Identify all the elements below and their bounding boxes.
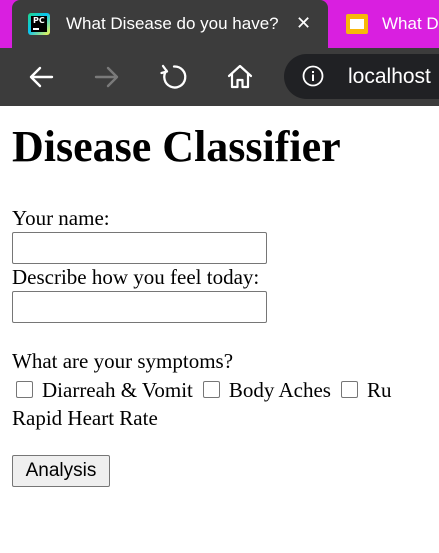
- analysis-button[interactable]: Analysis: [12, 455, 110, 487]
- pycharm-icon: PC: [28, 13, 50, 35]
- tab-inactive[interactable]: What D: [334, 0, 439, 48]
- page-content: Disease Classifier Your name: Describe h…: [0, 106, 439, 553]
- symptom-rapid-heart-rate[interactable]: Rapid Heart Rate: [12, 405, 158, 431]
- symptoms-label: What are your symptoms?: [12, 349, 234, 373]
- info-icon[interactable]: [302, 65, 324, 87]
- name-input[interactable]: [12, 232, 267, 264]
- symptom-label: Rapid Heart Rate: [12, 406, 158, 430]
- tab-title: What Disease do you have?: [66, 14, 279, 33]
- checkbox-body-aches[interactable]: [202, 381, 220, 398]
- feel-input[interactable]: [12, 291, 267, 323]
- symptom-label: Ru: [366, 378, 392, 402]
- back-arrow-icon[interactable]: [24, 60, 58, 94]
- address-url: localhost: [348, 65, 431, 88]
- browser-toolbar: localhost: [0, 48, 439, 106]
- symptom-diarreah[interactable]: Diarreah & Vomit: [12, 377, 193, 403]
- tab-title-inactive: What D: [382, 14, 439, 33]
- feel-label: Describe how you feel today:: [12, 265, 260, 289]
- slides-icon: [346, 14, 368, 34]
- checkbox-ru[interactable]: [340, 381, 358, 398]
- symptom-label: Body Aches: [228, 378, 331, 402]
- reload-icon[interactable]: [157, 60, 191, 94]
- symptom-label: Diarreah & Vomit: [42, 378, 193, 402]
- symptom-ru[interactable]: Ru: [337, 377, 392, 403]
- symptoms-list: Diarreah & Vomit Body Aches Ru: [12, 377, 397, 403]
- home-icon[interactable]: [223, 60, 257, 94]
- name-label: Your name:: [12, 206, 110, 230]
- checkbox-diarreah[interactable]: [16, 381, 33, 398]
- address-bar[interactable]: localhost: [284, 54, 439, 99]
- tab-active[interactable]: PC What Disease do you have? ✕: [12, 0, 328, 48]
- forward-arrow-icon[interactable]: [90, 60, 124, 94]
- page-title: Disease Classifier: [12, 122, 341, 171]
- close-icon[interactable]: ✕: [296, 11, 311, 37]
- symptom-body-aches[interactable]: Body Aches: [199, 377, 331, 403]
- tab-strip: PC What Disease do you have? ✕ What D: [0, 0, 439, 48]
